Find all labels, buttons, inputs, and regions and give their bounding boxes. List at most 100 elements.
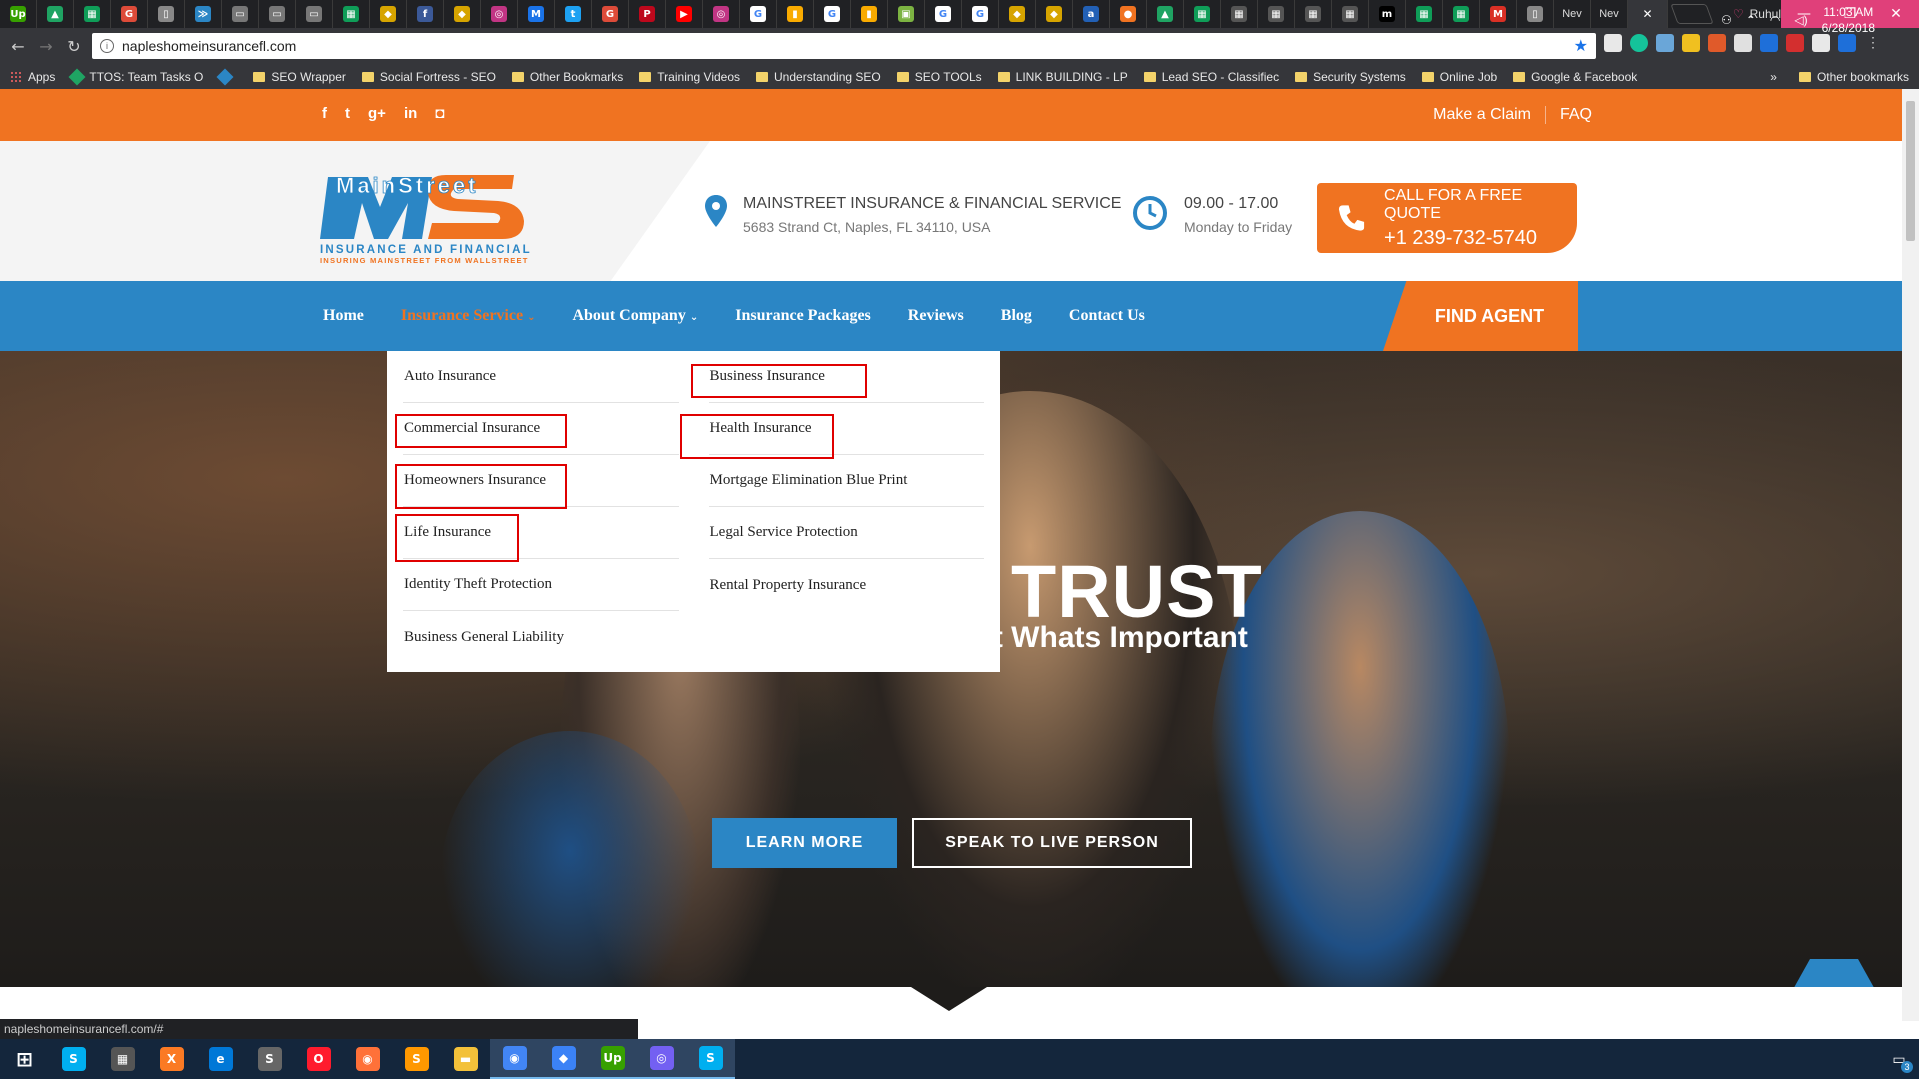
bookmark-item[interactable]: TTOS: Team Tasks O [68, 68, 203, 85]
address-bar[interactable]: i napleshomeinsurancefl.com ★ [92, 33, 1596, 59]
find-agent-button[interactable]: FIND AGENT [1383, 281, 1578, 351]
browser-tab[interactable]: ▯ [1517, 0, 1554, 28]
browser-tab[interactable]: t [555, 0, 592, 28]
menu-item-mortgage-elimination[interactable]: Mortgage Elimination Blue Print [708, 455, 984, 507]
bookmark-item[interactable]: Security Systems [1295, 70, 1406, 84]
browser-tab[interactable]: ▲ [1147, 0, 1184, 28]
make-a-claim-link[interactable]: Make a Claim [1433, 106, 1531, 124]
menu-item-business-general-liability[interactable]: Business General Liability [403, 611, 679, 663]
taskbar-app[interactable]: ◆ [539, 1039, 588, 1079]
browser-tab[interactable]: ◆ [444, 0, 481, 28]
browser-tab[interactable]: ▦ [1184, 0, 1221, 28]
menu-item-rental-property-insurance[interactable]: Rental Property Insurance [709, 559, 985, 611]
bookmark-star-icon[interactable]: ★ [1574, 36, 1588, 55]
browser-tab[interactable]: G [814, 0, 851, 28]
new-tab-button[interactable] [1670, 4, 1714, 24]
taskbar-app[interactable]: S [686, 1039, 735, 1079]
browser-tab[interactable]: ▣ [888, 0, 925, 28]
browser-tab[interactable]: ◎ [481, 0, 518, 28]
nav-contact-us[interactable]: Contact Us [1069, 307, 1145, 325]
browser-tab[interactable]: M [518, 0, 555, 28]
browser-tab[interactable]: Up [0, 0, 37, 28]
browser-tab[interactable]: ● [1110, 0, 1147, 28]
instagram-icon[interactable]: ◘ [435, 105, 444, 122]
browser-tab[interactable]: ◆ [999, 0, 1036, 28]
close-tab-icon[interactable]: ✕ [1642, 7, 1652, 21]
browser-tab[interactable]: ▦ [1406, 0, 1443, 28]
browser-tab[interactable]: ▭ [222, 0, 259, 28]
speak-to-live-person-button[interactable]: SPEAK TO LIVE PERSON [912, 818, 1192, 868]
wifi-icon[interactable]: ◠ [1770, 13, 1780, 27]
browser-tab[interactable]: ▮ [851, 0, 888, 28]
browser-tab[interactable]: ◆ [370, 0, 407, 28]
google-plus-icon[interactable]: g+ [368, 105, 386, 122]
taskbar-app[interactable]: S [392, 1039, 441, 1079]
bookmark-item[interactable]: Other Bookmarks [511, 70, 623, 84]
chevron-up-icon[interactable]: ⌃ [1746, 13, 1756, 27]
browser-tab[interactable]: ▦ [1295, 0, 1332, 28]
extension-icon[interactable] [1604, 34, 1622, 52]
taskbar-app[interactable]: ⊞ [0, 1039, 49, 1079]
taskbar-app[interactable]: e [196, 1039, 245, 1079]
grammarly-icon[interactable] [1630, 34, 1648, 52]
back-icon[interactable]: ← [4, 37, 32, 56]
taskbar-app[interactable]: S [245, 1039, 294, 1079]
forward-icon[interactable]: → [32, 37, 60, 56]
bookmark-item[interactable]: SEO TOOLs [896, 70, 982, 84]
browser-tab[interactable]: G [592, 0, 629, 28]
browser-tab[interactable]: f [407, 0, 444, 28]
browser-tab[interactable]: ▭ [259, 0, 296, 28]
linkedin-icon[interactable]: in [404, 105, 417, 122]
browser-tab[interactable]: ▦ [333, 0, 370, 28]
browser-tab[interactable]: Nev [1591, 0, 1628, 28]
menu-item-legal-service-protection[interactable]: Legal Service Protection [708, 507, 984, 559]
browser-tab[interactable]: ▲ [37, 0, 74, 28]
nav-insurance-service[interactable]: Insurance Service ⌄ [401, 307, 536, 325]
browser-tab[interactable]: G [962, 0, 999, 28]
taskbar-app[interactable]: ▦ [98, 1039, 147, 1079]
bookmark-item[interactable]: Understanding SEO [756, 70, 881, 84]
free-quote-banner[interactable]: CALL FOR A FREE QUOTE +1 239-732-5740 [1317, 183, 1577, 253]
browser-tab[interactable]: G [111, 0, 148, 28]
active-browser-tab[interactable]: ✕ [1628, 0, 1668, 28]
volume-icon[interactable]: ◁) [1794, 13, 1807, 27]
scrollbar-thumb[interactable] [1906, 101, 1915, 241]
browser-tab[interactable]: ▦ [1332, 0, 1369, 28]
extension-icon[interactable] [1682, 34, 1700, 52]
nav-insurance-packages[interactable]: Insurance Packages [735, 307, 871, 325]
notifications-button[interactable]: ▭ 3 [1887, 1047, 1913, 1073]
taskbar-app[interactable]: ◉ [490, 1039, 539, 1079]
bookmark-item[interactable]: Online Job [1421, 70, 1497, 84]
taskbar-app[interactable]: X [147, 1039, 196, 1079]
people-icon[interactable]: ⚇ [1721, 13, 1732, 27]
nav-reviews[interactable]: Reviews [908, 307, 964, 325]
menu-item-auto-insurance[interactable]: Auto Insurance [403, 351, 679, 403]
link-icon[interactable] [1656, 34, 1674, 52]
browser-tab[interactable]: G [740, 0, 777, 28]
browser-tab[interactable]: ≫ [185, 0, 222, 28]
contact-widget-button[interactable] [1786, 959, 1882, 987]
browser-tab[interactable]: ▦ [74, 0, 111, 28]
facebook-icon[interactable]: f [322, 105, 327, 122]
browser-tab[interactable]: M [1480, 0, 1517, 28]
taskbar-app[interactable]: ◉ [343, 1039, 392, 1079]
browser-tab[interactable]: ▮ [777, 0, 814, 28]
browser-tab[interactable]: ◎ [703, 0, 740, 28]
info-icon[interactable]: i [100, 39, 114, 53]
taskbar-app[interactable]: O [294, 1039, 343, 1079]
mainstreet-logo[interactable]: MainStreet INSURANCE AND FINANCIAL INSUR… [318, 159, 564, 265]
learn-more-button[interactable]: LEARN MORE [712, 818, 897, 868]
bookmark-item[interactable]: Google & Facebook [1513, 70, 1637, 84]
taskbar-app[interactable]: ◎ [637, 1039, 686, 1079]
taskbar-app[interactable]: S [49, 1039, 98, 1079]
browser-tab[interactable]: ▭ [296, 0, 333, 28]
browser-tab[interactable]: ▶ [666, 0, 703, 28]
bookmarks-overflow-button[interactable]: » [1770, 70, 1777, 84]
bookmark-item[interactable]: LINK BUILDING - LP [997, 70, 1128, 84]
taskbar-app[interactable]: ▬ [441, 1039, 490, 1079]
browser-tab[interactable]: G [925, 0, 962, 28]
browser-tab[interactable]: ▦ [1258, 0, 1295, 28]
browser-tab[interactable]: ▦ [1221, 0, 1258, 28]
quote-phone[interactable]: +1 239-732-5740 [1384, 227, 1577, 250]
browser-tab[interactable]: ◆ [1036, 0, 1073, 28]
